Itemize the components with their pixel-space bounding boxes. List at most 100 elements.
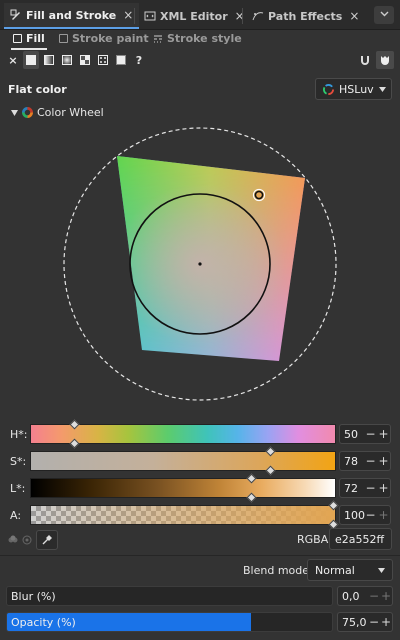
tab-xml-editor[interactable]: XML Editor ×: [138, 3, 251, 29]
saturation-slider[interactable]: [30, 446, 336, 476]
fill-stroke-icon: [10, 9, 20, 20]
increment-button[interactable]: +: [377, 454, 390, 468]
saturation-value[interactable]: 78: [340, 455, 364, 468]
color-mode-label: HSLuv: [339, 82, 374, 96]
lightness-label: L*:: [10, 482, 26, 495]
lightness-slider-thumb-bottom[interactable]: [246, 492, 257, 503]
saturation-label: S*:: [10, 455, 27, 468]
swatch-button[interactable]: [113, 51, 129, 69]
opacity-value[interactable]: 75,0: [338, 616, 368, 629]
opacity-slider[interactable]: Opacity (%): [6, 612, 333, 632]
square-outline-icon: [13, 34, 22, 43]
tab-label: Fill: [26, 32, 45, 45]
mesh-gradient-button[interactable]: [77, 51, 93, 69]
tab-path-effects[interactable]: Path Effects ×: [246, 3, 365, 29]
decrement-button[interactable]: −: [368, 615, 380, 629]
fill-rule-toolbar: [356, 51, 394, 69]
blend-mode-value: Normal: [315, 563, 355, 577]
hue-slider[interactable]: [30, 419, 336, 449]
hue-value[interactable]: 50: [340, 428, 364, 441]
saturation-slider-thumb[interactable]: [265, 446, 276, 457]
path-effects-icon: [252, 12, 264, 21]
color-picker-button[interactable]: [36, 530, 58, 550]
tab-label: Fill and Stroke: [26, 8, 117, 22]
blend-mode-label: Blend mode:: [243, 564, 313, 577]
linear-gradient-icon: [44, 55, 54, 65]
blur-label: Blur (%): [11, 590, 56, 603]
flat-color-button[interactable]: [23, 51, 39, 69]
hue-slider-thumb[interactable]: [69, 419, 80, 430]
no-paint-button[interactable]: ×: [5, 51, 21, 69]
gamut-polygon: [117, 156, 305, 361]
stroke-style-icon: [154, 34, 162, 43]
color-mode-dropdown[interactable]: HSLuv: [315, 78, 392, 100]
lightness-slider-thumb[interactable]: [246, 473, 257, 484]
fill-rule-evenodd-icon: [361, 56, 369, 65]
fill-rule-evenodd-button[interactable]: [356, 51, 374, 69]
blur-slider[interactable]: Blur (%): [6, 586, 333, 606]
hsluv-color-wheel[interactable]: [60, 124, 340, 404]
paint-target-tabs: Fill Stroke paint Stroke style: [0, 30, 400, 50]
out-of-gamut-icon: [8, 535, 18, 543]
blur-value[interactable]: 0,0: [338, 590, 368, 603]
decrement-button[interactable]: −: [368, 589, 380, 603]
rgba-input[interactable]: e2a552ff: [329, 528, 392, 550]
radial-gradient-icon: [62, 55, 72, 65]
opacity-label: Opacity (%): [11, 616, 76, 629]
pattern-button[interactable]: [95, 51, 111, 69]
saturation-spinbox[interactable]: 78 − +: [339, 451, 391, 471]
color-wheel-icon: [22, 107, 33, 118]
chevron-down-icon: [378, 567, 385, 573]
alpha-value[interactable]: 100: [340, 509, 365, 522]
saturation-slider-thumb-bottom[interactable]: [265, 465, 276, 476]
flat-color-icon: [26, 55, 36, 65]
blend-mode-select[interactable]: Normal: [307, 559, 393, 581]
tab-label: Stroke paint: [72, 32, 149, 45]
opacity-spinbox[interactable]: 75,0 − +: [337, 612, 393, 632]
decrement-button[interactable]: −: [364, 427, 377, 441]
tabs-menu-button[interactable]: [374, 6, 394, 24]
fill-rule-nonzero-button[interactable]: [376, 51, 394, 69]
paint-type-title: Flat color: [8, 83, 67, 96]
alpha-spinbox[interactable]: 100 − +: [339, 505, 391, 525]
color-marker[interactable]: [254, 190, 264, 200]
chevron-down-icon: [380, 11, 388, 17]
tab-label: XML Editor: [160, 9, 228, 23]
close-icon[interactable]: ×: [235, 9, 245, 23]
divider: [0, 555, 400, 556]
lightness-spinbox[interactable]: 72 − +: [339, 478, 391, 498]
increment-button[interactable]: +: [380, 589, 392, 603]
tab-stroke-paint[interactable]: Stroke paint: [59, 32, 149, 45]
close-icon[interactable]: ×: [123, 8, 133, 22]
eyedropper-icon: [42, 535, 52, 545]
tab-label: Stroke style: [167, 32, 242, 45]
decrement-button[interactable]: −: [364, 454, 377, 468]
hue-label: H*:: [10, 428, 28, 441]
increment-button[interactable]: +: [377, 508, 390, 522]
color-wheel-label: Color Wheel: [37, 106, 104, 119]
unset-paint-button[interactable]: ?: [131, 51, 147, 69]
tab-fill[interactable]: Fill: [11, 32, 47, 50]
decrement-button[interactable]: −: [364, 481, 377, 495]
square-outline-icon: [59, 34, 68, 43]
alpha-slider[interactable]: [30, 500, 339, 530]
swatch-icon: [116, 55, 126, 65]
rgba-label: RGBA:: [297, 533, 332, 546]
color-wheel-expander[interactable]: Color Wheel: [11, 106, 104, 119]
hue-spinbox[interactable]: 50 − +: [339, 424, 391, 444]
unset-icon: ?: [135, 53, 143, 67]
lightness-value[interactable]: 72: [340, 482, 364, 495]
increment-button[interactable]: +: [380, 615, 392, 629]
xml-editor-icon: [144, 11, 156, 21]
radial-gradient-button[interactable]: [59, 51, 75, 69]
tab-stroke-style[interactable]: Stroke style: [153, 32, 242, 45]
decrement-button[interactable]: −: [364, 508, 377, 522]
close-icon[interactable]: ×: [349, 9, 359, 23]
increment-button[interactable]: +: [377, 427, 390, 441]
lightness-slider[interactable]: [30, 473, 336, 503]
hue-slider-thumb-bottom[interactable]: [69, 438, 80, 449]
tab-fill-and-stroke[interactable]: Fill and Stroke ×: [4, 3, 140, 29]
increment-button[interactable]: +: [377, 481, 390, 495]
blur-spinbox[interactable]: 0,0 − +: [337, 586, 393, 606]
linear-gradient-button[interactable]: [41, 51, 57, 69]
